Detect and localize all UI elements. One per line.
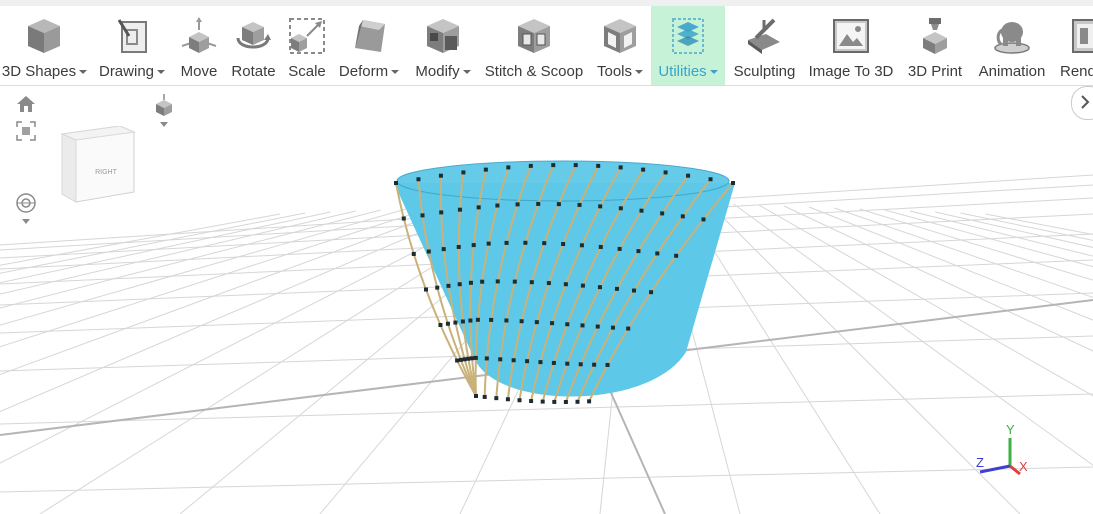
toolbar-render[interactable]: Rend [1056,6,1093,85]
toolbar-label: Sculpting [733,63,796,80]
toolbar-label: Image To 3D [808,63,894,80]
toolbar-tools[interactable]: Tools [592,6,648,85]
toolbar-modify[interactable]: Modify [409,6,477,85]
deform-icon [355,20,385,52]
toolbar-label: Animation [978,63,1046,80]
animation-icon [994,22,1030,54]
toolbar-label: Drawing [94,63,170,80]
orbit-icon [16,193,36,224]
axis-label-y: Y [1006,422,1015,437]
toolbar-3d-shapes[interactable]: 3D Shapes [0,6,89,85]
toolbar-drawing[interactable]: Drawing [94,6,170,85]
toolbar-label: 3D Print [907,63,963,80]
home-view-button[interactable] [16,94,36,119]
chevron-right-icon [1081,95,1090,109]
3d-print-icon [923,18,947,54]
toolbar-label: 3D Shapes [0,63,89,80]
toolbar-animation[interactable]: Animation [972,6,1052,85]
toolbar-image-to-3d[interactable]: Image To 3D [804,6,898,85]
scale-icon [289,18,325,54]
sculpting-icon [748,18,780,54]
image-to-3d-icon [833,19,869,53]
caret-down-icon [462,70,471,75]
toolbar-rotate[interactable]: Rotate [227,6,280,85]
expand-panel-button[interactable] [1071,86,1093,120]
rotate-icon [236,22,271,49]
stitch-scoop-icon [518,19,550,53]
toolbar-label: Rotate [231,63,276,80]
orbit-button[interactable] [15,192,37,233]
modify-icon [427,19,459,53]
toolbar-label: Modify [409,63,477,80]
cube-icon [28,19,60,53]
utilities-icon [672,18,704,54]
fit-view-icon [16,121,36,141]
view-cube[interactable]: RIGHT [58,126,138,206]
toolbar-3d-print[interactable]: 3D Print [903,6,967,85]
toolbar-sculpting[interactable]: Sculpting [731,6,798,85]
bowl-model[interactable] [394,160,735,404]
toolbar-utilities[interactable]: Utilities [651,6,725,85]
move-icon [181,17,217,53]
toolbar-label: Tools [592,63,648,80]
render-icon [1072,19,1093,53]
scene-canvas[interactable] [0,86,1093,514]
toolbar-label: Stitch & Scoop [484,63,584,80]
caret-down-icon [391,70,400,75]
axis-label-x: X [1019,459,1028,474]
main-toolbar: 3D Shapes Drawing Move Rotate Scale Defo… [0,6,1093,86]
toolbar-deform[interactable]: Deform [334,6,404,85]
tools-icon [604,19,636,53]
toolbar-label: Rend [1060,63,1093,80]
toolbar-scale[interactable]: Scale [285,6,329,85]
3d-viewport[interactable]: RIGHT Y X Z [0,86,1093,514]
caret-down-icon [79,70,88,75]
toolbar-label: Deform [334,63,404,80]
home-icon [17,96,35,112]
fit-view-button[interactable] [16,121,36,146]
toolbar-label: Utilities [651,63,725,80]
drawing-icon [117,19,147,53]
caret-down-icon [709,70,718,75]
caret-down-icon [635,70,644,75]
toolbar-move[interactable]: Move [175,6,223,85]
toolbar-label: Scale [288,63,326,80]
toolbar-label: Move [180,63,218,80]
axis-gizmo: Y X Z [976,422,1028,476]
perspective-cube-icon [156,94,172,127]
toolbar-stitch-scoop[interactable]: Stitch & Scoop [482,6,586,85]
axis-label-z: Z [976,455,984,470]
caret-down-icon [157,70,166,75]
view-cube-face-label: RIGHT [95,169,118,176]
perspective-toggle-button[interactable] [152,94,176,139]
